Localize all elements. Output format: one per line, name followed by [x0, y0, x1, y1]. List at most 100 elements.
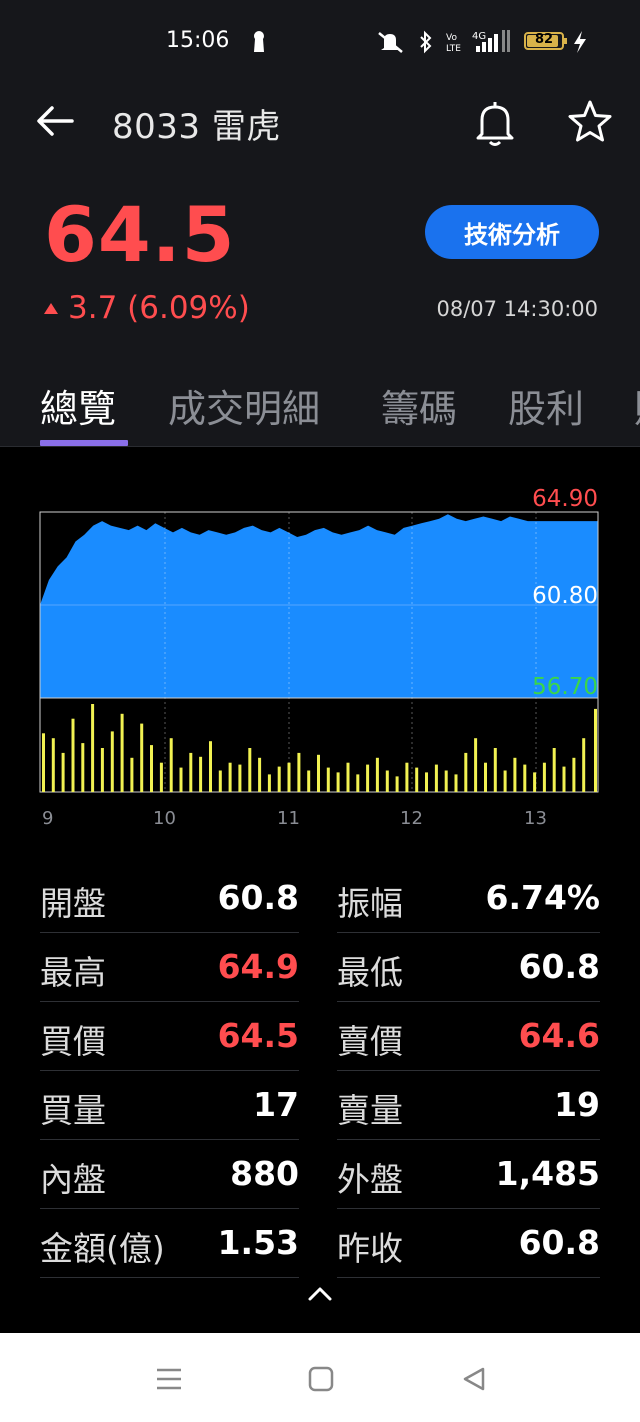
volume-bar — [336, 772, 340, 792]
stat-label: 賣量 — [337, 1091, 403, 1130]
stat-value: 6.74% — [485, 878, 601, 917]
up-triangle-icon — [44, 302, 58, 314]
stat-label: 賣價 — [337, 1022, 403, 1061]
stat-label: 最低 — [337, 953, 403, 992]
recent-apps-icon[interactable] — [154, 1366, 184, 1392]
bell-icon[interactable] — [472, 98, 518, 148]
volume-bar — [464, 752, 468, 792]
price-area — [40, 514, 598, 698]
battery-icon: 82 — [524, 32, 567, 50]
stat-cell: 內盤 880 — [40, 1141, 299, 1209]
volume-bar — [51, 738, 55, 792]
status-bar: 15:06 Vo LTE 4G 82 — [0, 0, 640, 86]
volume-bar — [120, 713, 124, 792]
volume-bar — [42, 733, 45, 792]
keyhole-icon — [254, 31, 264, 52]
stat-label: 金額(億) — [40, 1229, 165, 1268]
volume-bar — [287, 762, 291, 792]
volume-bar — [228, 762, 232, 792]
tab-trade-details[interactable]: 成交明細 — [168, 378, 320, 433]
stats-row: 金額(億) 1.53 昨收 60.8 — [40, 1210, 600, 1279]
volume-bar — [218, 770, 222, 792]
tab-bar: 總覽 成交明細 籌碼 股利 財 — [0, 370, 640, 447]
stat-value: 17 — [253, 1085, 299, 1124]
volume-bar — [523, 764, 527, 792]
stat-cell: 最低 60.8 — [337, 934, 600, 1002]
stat-label: 昨收 — [337, 1229, 403, 1268]
stat-value: 1,485 — [495, 1154, 600, 1193]
volume-bar — [395, 776, 399, 792]
home-icon[interactable] — [307, 1365, 335, 1393]
volume-bar — [513, 757, 517, 792]
volume-bar — [317, 754, 320, 792]
active-tab-indicator — [40, 440, 128, 446]
price-axis-label: 60.80 — [532, 583, 598, 609]
star-icon[interactable] — [566, 98, 614, 146]
volume-bar — [572, 757, 576, 792]
svg-text:Vo: Vo — [446, 33, 457, 43]
volume-bar — [81, 743, 85, 792]
volume-bar — [277, 766, 281, 792]
stat-label: 買量 — [40, 1091, 106, 1130]
stat-value: 60.8 — [518, 947, 600, 986]
stat-cell: 外盤 1,485 — [337, 1141, 600, 1209]
volume-bar — [454, 774, 458, 792]
volume-bar — [493, 748, 497, 792]
stat-value: 880 — [230, 1154, 299, 1193]
volume-bar — [503, 770, 507, 792]
stat-label: 外盤 — [337, 1160, 403, 1199]
system-nav-bar — [0, 1333, 640, 1422]
chevron-up-icon[interactable] — [306, 1284, 334, 1304]
volume-bar — [71, 718, 75, 792]
volume-bar — [267, 774, 271, 792]
svg-text:LTE: LTE — [446, 44, 461, 54]
x-tick-label: 13 — [524, 808, 547, 829]
volume-bar — [179, 767, 183, 792]
app-header: 8033 雷虎 — [0, 86, 640, 156]
quote-timestamp: 08/07 14:30:00 — [436, 297, 598, 321]
mute-icon — [378, 32, 403, 53]
technical-analysis-button[interactable]: 技術分析 — [425, 205, 599, 259]
volume-bar — [110, 731, 114, 792]
volume-bar — [169, 738, 173, 792]
volume-bar — [375, 757, 379, 792]
volume-bar — [542, 762, 546, 792]
stat-cell: 昨收 60.8 — [337, 1210, 600, 1278]
stat-cell: 金額(億) 1.53 — [40, 1210, 299, 1278]
tab-dividend[interactable]: 股利 — [508, 378, 584, 433]
stats-row: 開盤 60.8 振幅 6.74% — [40, 865, 600, 934]
stat-value: 64.6 — [518, 1016, 600, 1055]
volume-bar — [209, 741, 212, 792]
volume-bar — [484, 762, 487, 792]
x-tick-label: 9 — [42, 808, 53, 829]
price-change-value: 3.7 (6.09%) — [68, 290, 250, 326]
stat-cell: 賣量 19 — [337, 1072, 600, 1140]
back-triangle-icon[interactable] — [460, 1365, 488, 1393]
stat-label: 內盤 — [40, 1160, 106, 1199]
tab-overview[interactable]: 總覽 — [40, 378, 116, 433]
volume-bar — [582, 738, 586, 792]
svg-text:4G: 4G — [472, 31, 486, 42]
tab-financials[interactable]: 財 — [634, 378, 640, 433]
price-change: 3.7 (6.09%) — [44, 290, 250, 326]
stat-cell: 開盤 60.8 — [40, 865, 299, 933]
volume-bar — [248, 748, 252, 792]
intraday-chart[interactable]: 64.90 60.80 56.70 9 10 11 12 13 — [0, 470, 640, 830]
stat-label: 最高 — [40, 953, 106, 992]
price-axis-label: 56.70 — [532, 674, 598, 700]
volume-bar — [159, 762, 163, 792]
last-price: 64.5 — [44, 190, 236, 279]
volume-bar — [61, 752, 65, 792]
tab-chips[interactable]: 籌碼 — [381, 378, 457, 433]
x-tick-label: 10 — [153, 808, 176, 829]
volume-bar — [474, 738, 478, 792]
stat-value: 64.9 — [217, 947, 299, 986]
stat-label: 開盤 — [40, 884, 106, 923]
volume-bar — [100, 748, 104, 792]
stats-row: 最高 64.9 最低 60.8 — [40, 934, 600, 1003]
volume-bar — [346, 762, 350, 792]
x-tick-label: 12 — [400, 808, 423, 829]
back-arrow-icon[interactable] — [36, 104, 76, 138]
stat-cell: 賣價 64.6 — [337, 1003, 600, 1071]
stock-title: 8033 雷虎 — [112, 107, 281, 147]
